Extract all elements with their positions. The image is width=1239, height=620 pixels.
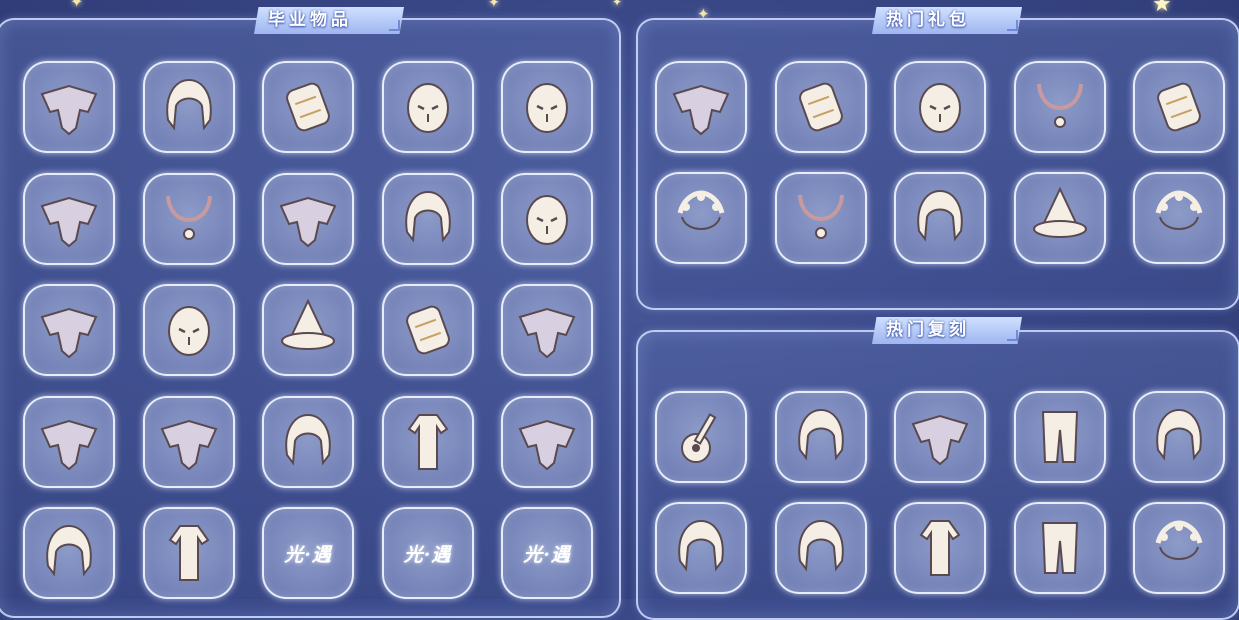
cape-icon <box>672 84 730 136</box>
hat-icon <box>1032 186 1087 238</box>
mask-icon <box>919 83 961 133</box>
item-slot[interactable] <box>23 61 115 153</box>
hair-icon <box>404 190 451 243</box>
mask-icon <box>167 306 210 356</box>
prop-icon <box>286 82 330 132</box>
item-slot[interactable] <box>894 502 986 594</box>
item-slot[interactable] <box>894 61 986 153</box>
item-slot[interactable] <box>381 172 474 265</box>
item-slot[interactable] <box>262 61 354 153</box>
item-slot[interactable] <box>774 61 867 153</box>
item-slot[interactable] <box>23 507 115 599</box>
necklace-icon <box>797 194 844 239</box>
item-slot[interactable] <box>1133 172 1225 264</box>
item-slot[interactable] <box>655 61 747 153</box>
item-slot[interactable] <box>774 502 867 594</box>
pants-icon <box>1041 522 1078 574</box>
cape-icon <box>518 307 576 359</box>
cape-icon <box>40 307 98 359</box>
item-slot[interactable]: 光·遇 <box>381 507 474 599</box>
necklace-icon <box>165 195 212 240</box>
item-slot[interactable] <box>1133 391 1225 483</box>
item-slot[interactable] <box>501 172 593 265</box>
item-slot[interactable] <box>501 61 593 153</box>
game-logo-icon: 光·遇 <box>523 543 571 566</box>
item-slot[interactable] <box>142 61 235 153</box>
cape-icon <box>40 84 98 136</box>
star-icon: ✦ <box>612 0 623 9</box>
game-logo-icon: 光·遇 <box>284 543 332 566</box>
item-slot[interactable] <box>262 172 354 265</box>
item-slot[interactable] <box>1013 61 1106 153</box>
item-slot[interactable] <box>774 172 867 264</box>
item-slot[interactable] <box>1013 172 1106 264</box>
item-slot[interactable] <box>1013 502 1106 594</box>
item-slot[interactable] <box>1133 502 1225 594</box>
item-slot[interactable] <box>381 395 474 488</box>
mask-icon <box>526 83 568 133</box>
hair-accessory-icon <box>677 190 725 230</box>
item-slot[interactable] <box>142 172 235 265</box>
item-slot[interactable] <box>262 284 354 376</box>
hair-icon <box>797 408 844 461</box>
star-icon: ✦ <box>70 0 84 11</box>
item-slot[interactable]: 光·遇 <box>501 507 593 599</box>
item-slot[interactable] <box>1133 61 1225 153</box>
outfit-icon <box>407 413 448 470</box>
item-slot[interactable] <box>23 284 115 376</box>
item-slot[interactable] <box>142 507 235 599</box>
item-slot[interactable] <box>894 391 986 483</box>
item-slot[interactable] <box>501 395 593 488</box>
hair-accessory-icon <box>1155 190 1203 230</box>
item-slot[interactable] <box>262 395 354 488</box>
star-icon: ★ <box>1152 0 1172 17</box>
prop-icon <box>405 305 450 355</box>
hair-icon <box>46 524 92 577</box>
item-slot[interactable] <box>1013 391 1106 483</box>
mask-icon <box>406 83 449 133</box>
item-slot[interactable] <box>774 391 867 483</box>
prop-icon <box>1157 82 1201 132</box>
mask-icon <box>526 194 568 245</box>
item-slot[interactable] <box>142 395 235 488</box>
graduation-items-title: 毕业物品 <box>254 7 404 34</box>
necklace-icon <box>1036 83 1083 128</box>
item-slot[interactable] <box>381 284 474 376</box>
item-slot[interactable] <box>501 284 593 376</box>
item-slot[interactable] <box>655 391 747 483</box>
hair-icon <box>678 519 724 572</box>
outfit-icon <box>919 520 961 576</box>
hat-icon <box>281 298 335 350</box>
item-slot[interactable]: 光·遇 <box>262 507 354 599</box>
cape-icon <box>40 196 98 247</box>
cape-icon <box>911 414 969 466</box>
hot-gifts-title: 热门礼包 <box>872 7 1022 34</box>
hair-accessory-icon <box>1155 520 1203 560</box>
guitar-icon <box>681 413 717 463</box>
item-slot[interactable] <box>894 172 986 264</box>
hair-icon <box>165 78 212 131</box>
item-slot[interactable] <box>142 284 235 376</box>
game-logo-icon: 光·遇 <box>403 543 452 566</box>
hair-icon <box>917 189 963 242</box>
item-slot[interactable] <box>381 61 474 153</box>
item-slot[interactable] <box>23 172 115 265</box>
item-slot[interactable] <box>23 395 115 488</box>
hot-recurring-title: 热门复刻 <box>872 317 1022 344</box>
outfit-icon <box>168 525 209 581</box>
hair-icon <box>285 413 331 466</box>
prop-icon <box>798 82 843 132</box>
cape-icon <box>40 419 98 470</box>
hair-icon <box>797 519 844 572</box>
cape-icon <box>279 196 337 247</box>
item-slot[interactable] <box>655 172 747 264</box>
pants-icon <box>1041 411 1078 463</box>
hair-icon <box>1156 408 1202 461</box>
cape-icon <box>160 419 217 470</box>
star-icon: ✦ <box>488 0 500 11</box>
cape-icon <box>518 419 576 470</box>
item-slot[interactable] <box>655 502 747 594</box>
